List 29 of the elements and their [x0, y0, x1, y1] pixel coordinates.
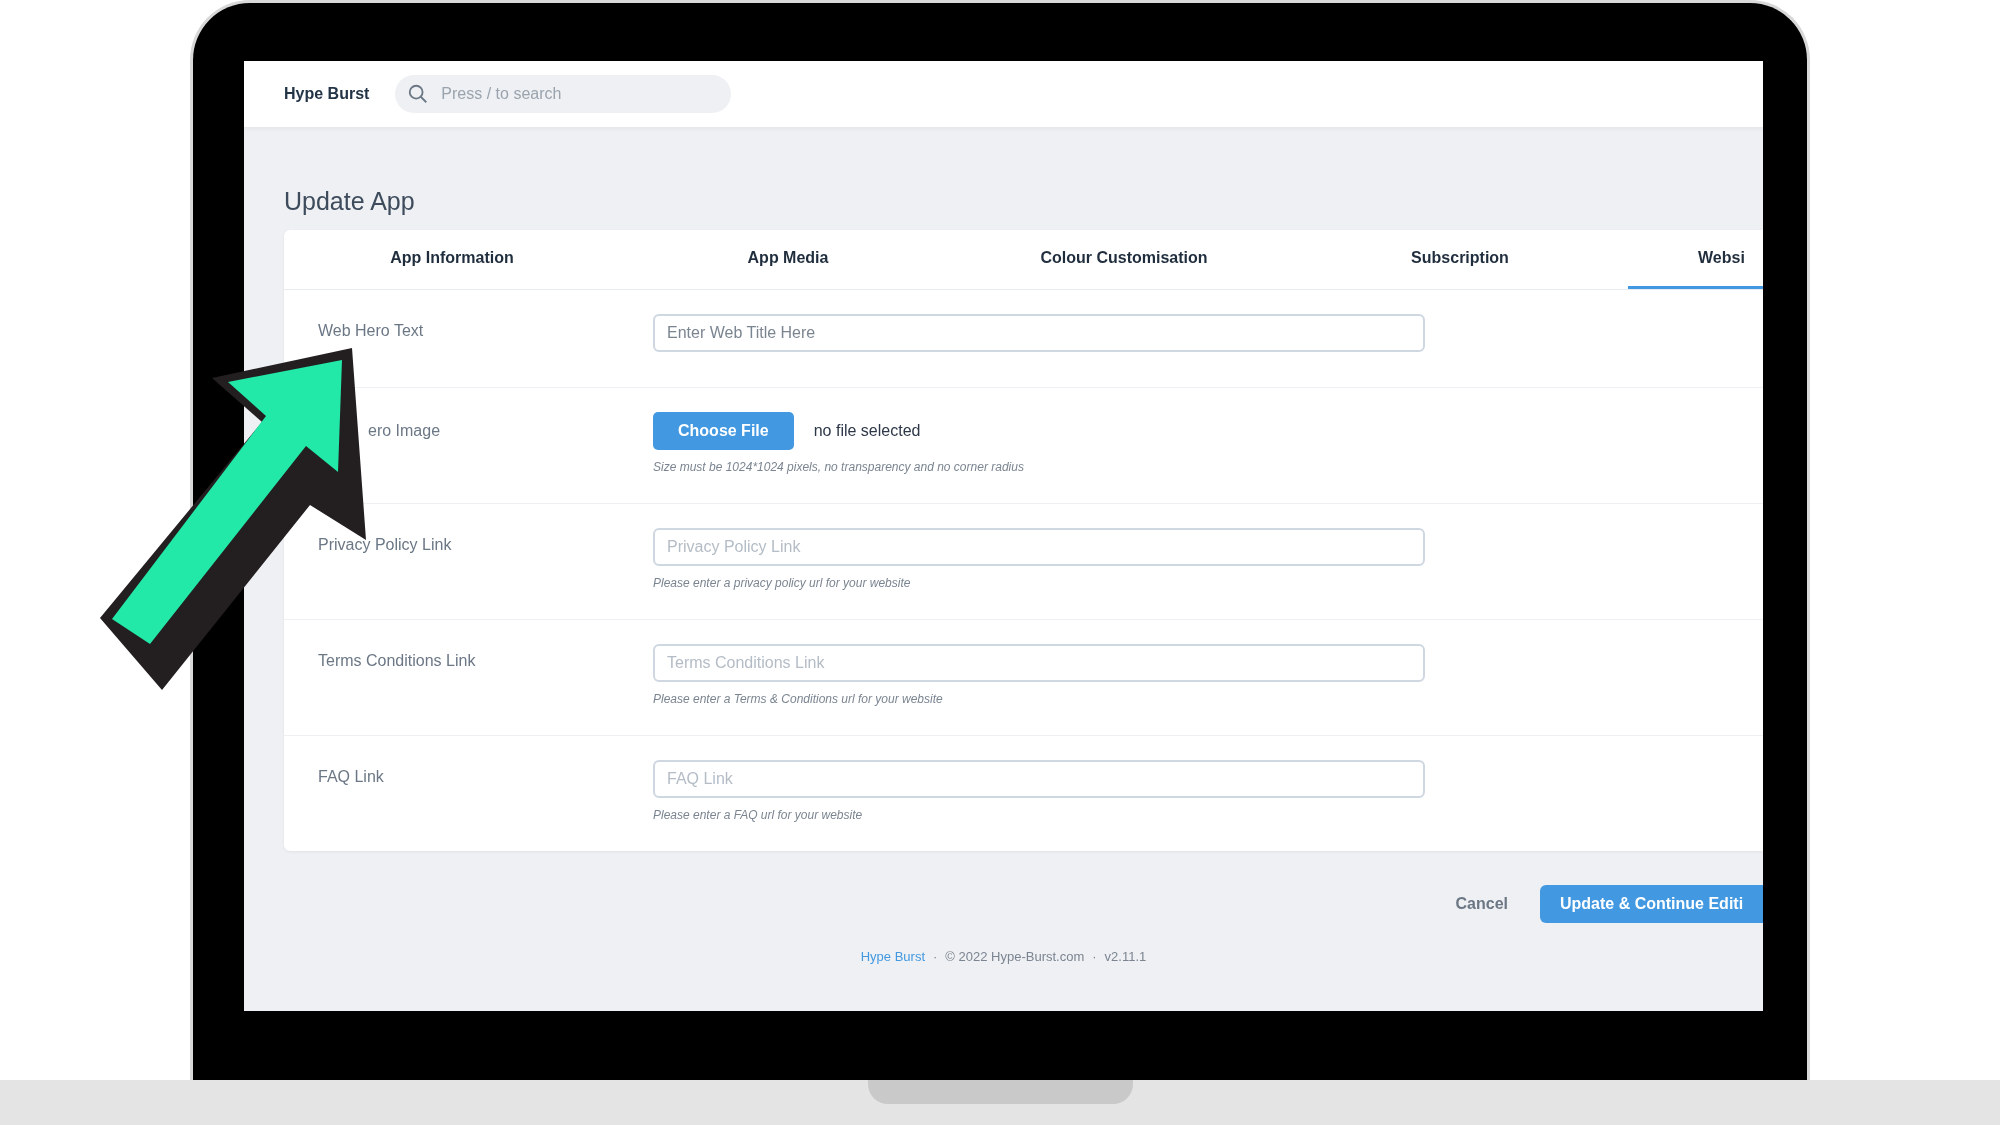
separator-dot: ·	[933, 949, 938, 964]
page-title: Update App	[284, 187, 416, 216]
file-status: no file selected	[813, 422, 921, 440]
text-field[interactable]: Enter Web Title Here	[653, 314, 1425, 352]
search-field[interactable]: Press / to search	[439, 84, 700, 104]
help-text: Please enter a FAQ url for your website	[653, 808, 864, 822]
tab[interactable]: App Media	[620, 230, 956, 289]
field-label: FAQ Link	[318, 767, 385, 787]
text-field[interactable]: Privacy Policy Link	[653, 528, 1425, 566]
tab[interactable]: Subscription	[1292, 230, 1628, 289]
tab[interactable]: Websi	[1628, 230, 1763, 289]
field-label: ero Image	[367, 421, 442, 441]
brand-name: Hype Burst	[284, 85, 370, 103]
search-field[interactable]: Press / to search	[395, 75, 732, 113]
text-field[interactable]: FAQ Link	[653, 760, 1425, 798]
field-label: Privacy Policy Link	[318, 535, 453, 555]
version-text: v2.11.1	[1104, 949, 1147, 964]
field-label: Terms Conditions Link	[318, 651, 477, 671]
help-text: Please enter a privacy policy url for your website	[653, 576, 912, 590]
search-icon	[407, 83, 430, 105]
tab[interactable]: App Information	[284, 230, 620, 289]
help-text: Please enter a Terms & Conditions url for your website	[653, 692, 944, 706]
text-field[interactable]: Terms Conditions Link	[653, 644, 1425, 682]
copyright-text: © 2022 Hype-Burst.com	[945, 949, 1085, 964]
field-label: Web Hero Text	[318, 321, 425, 341]
cancel-button[interactable]: Cancel	[1449, 894, 1514, 914]
separator-dot: ·	[1092, 949, 1097, 964]
tab[interactable]: Colour Customisation	[956, 230, 1292, 289]
help-text: Size must be 1024*1024 pixels, no transparency and no corner radius	[653, 460, 1025, 474]
